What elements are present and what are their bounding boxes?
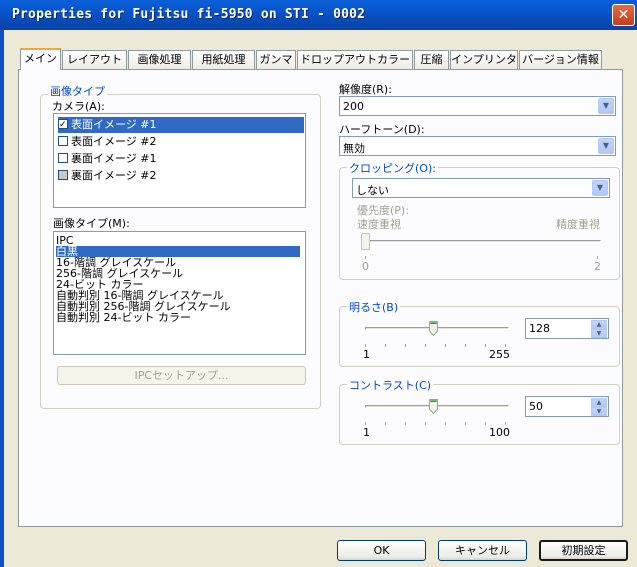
image-type-listbox[interactable]: IPC 白黒 16-階調 グレイスケール 256-階調 グレイスケール 24-ビ… [53,231,306,355]
brightness-group-title: 明るさ(B) [347,299,401,315]
slider-tick [405,422,406,425]
list-item[interactable]: IPC [56,235,300,246]
slider-tick [365,422,366,425]
brightness-max: 255 [489,348,510,361]
title-bar[interactable]: Properties for Fujitsu fi-5950 on STI - … [0,0,637,30]
tab-image-processing[interactable]: 画像処理 [128,50,191,69]
cropping-group-title: クロッピング(O): [347,160,438,176]
slider-tick [385,344,386,347]
properties-window: Properties for Fujitsu fi-5950 on STI - … [0,0,637,567]
slider-tick [485,422,486,425]
checkbox[interactable] [58,117,68,133]
halftone-value: 無効 [343,142,365,155]
camera-listbox[interactable]: 表面イメージ #1 表面イメージ #2 裏面イメージ #1 裏面イメージ #2 [53,113,306,208]
slider-tick [365,256,366,259]
camera-item-front-1[interactable]: 表面イメージ #1 [58,117,304,133]
spin-up-icon[interactable]: ▲ [591,320,607,329]
slider-tick [597,256,598,259]
tab-main[interactable]: メイン [20,48,61,70]
resolution-label: 解像度(R): [339,83,392,96]
contrast-min: 1 [363,426,370,439]
slider-tick [505,344,506,347]
slider-tick [405,344,406,347]
spin-down-icon[interactable]: ▼ [591,329,607,338]
camera-item-label: 表面イメージ #1 [71,118,157,131]
halftone-label: ハーフトーン(D): [339,123,425,136]
priority-max: 2 [594,260,601,273]
window-frame-left [0,30,4,567]
cropping-select[interactable]: しない ▼ [352,178,610,198]
spin-down-icon[interactable]: ▼ [591,407,607,416]
slider-tick [385,422,386,425]
brightness-min: 1 [363,348,370,361]
tab-layout[interactable]: レイアウト [62,50,127,69]
camera-item-front-2[interactable]: 表面イメージ #2 [58,134,304,150]
cancel-button[interactable]: キャンセル [438,540,527,561]
camera-item-back-1[interactable]: 裏面イメージ #1 [58,151,304,167]
camera-item-label: 裏面イメージ #2 [71,169,157,182]
checkbox[interactable] [58,153,68,163]
chevron-down-icon[interactable]: ▼ [598,98,614,114]
camera-item-back-2[interactable]: 裏面イメージ #2 [58,168,304,184]
main-tab-panel: 画像タイプ カメラ(A): 表面イメージ #1 表面イメージ #2 裏面イメージ… [18,69,623,527]
image-type-label: 画像タイプ(M): [53,217,130,230]
slider-tick [445,422,446,425]
spin-up-icon[interactable]: ▲ [591,398,607,407]
tab-version-info[interactable]: バージョン情報 [519,50,602,69]
defaults-button[interactable]: 初期設定 [539,540,628,561]
slider-tick [425,422,426,425]
slider-tick [445,344,446,347]
camera-item-label: 裏面イメージ #1 [71,152,157,165]
slider-tick [485,344,486,347]
camera-label: カメラ(A): [52,100,105,113]
close-icon: ✕ [617,7,630,23]
brightness-value[interactable]: 128 [529,322,550,335]
contrast-spinbox[interactable]: 50 ▲ ▼ [525,396,609,417]
tab-imprinter[interactable]: インプリンタ [450,50,518,69]
camera-item-label: 表面イメージ #2 [71,135,157,148]
chevron-down-icon[interactable]: ▼ [598,138,614,154]
window-title: Properties for Fujitsu fi-5950 on STI - … [12,7,366,22]
tab-paper-handling[interactable]: 用紙処理 [192,50,255,69]
close-button[interactable]: ✕ [612,4,635,26]
slider-tick [365,344,366,347]
priority-slider-track[interactable] [365,240,601,243]
contrast-value[interactable]: 50 [529,400,543,413]
tab-gamma[interactable]: ガンマ [256,50,296,69]
precision-priority-label: 精度重視 [556,218,600,231]
slider-tick [465,422,466,425]
slider-tick [425,344,426,347]
slider-tick [465,344,466,347]
resolution-select[interactable]: 200 ▼ [339,96,616,116]
ok-button[interactable]: OK [337,540,426,561]
speed-priority-label: 速度重視 [357,218,401,231]
list-item[interactable]: 自動判別 24-ビット カラー [56,312,300,323]
brightness-slider-thumb[interactable] [429,320,438,337]
image-type-group-title: 画像タイプ [48,83,107,99]
contrast-max: 100 [489,426,510,439]
ipc-setup-button[interactable]: IPCセットアップ... [57,366,306,385]
cropping-value: しない [356,184,389,197]
tab-compression[interactable]: 圧縮 [414,50,449,69]
tab-dropout-color[interactable]: ドロップアウトカラー [297,50,413,69]
priority-min: 0 [362,260,369,273]
contrast-group-title: コントラスト(C) [347,377,434,393]
halftone-select[interactable]: 無効 ▼ [339,136,616,156]
checkbox[interactable] [58,170,68,180]
brightness-spinbox[interactable]: 128 ▲ ▼ [525,318,609,339]
priority-slider-thumb[interactable] [361,233,370,250]
chevron-down-icon[interactable]: ▼ [592,180,608,196]
resolution-value: 200 [343,100,364,113]
slider-tick [505,422,506,425]
checkbox[interactable] [58,136,68,146]
contrast-slider-thumb[interactable] [429,398,438,415]
